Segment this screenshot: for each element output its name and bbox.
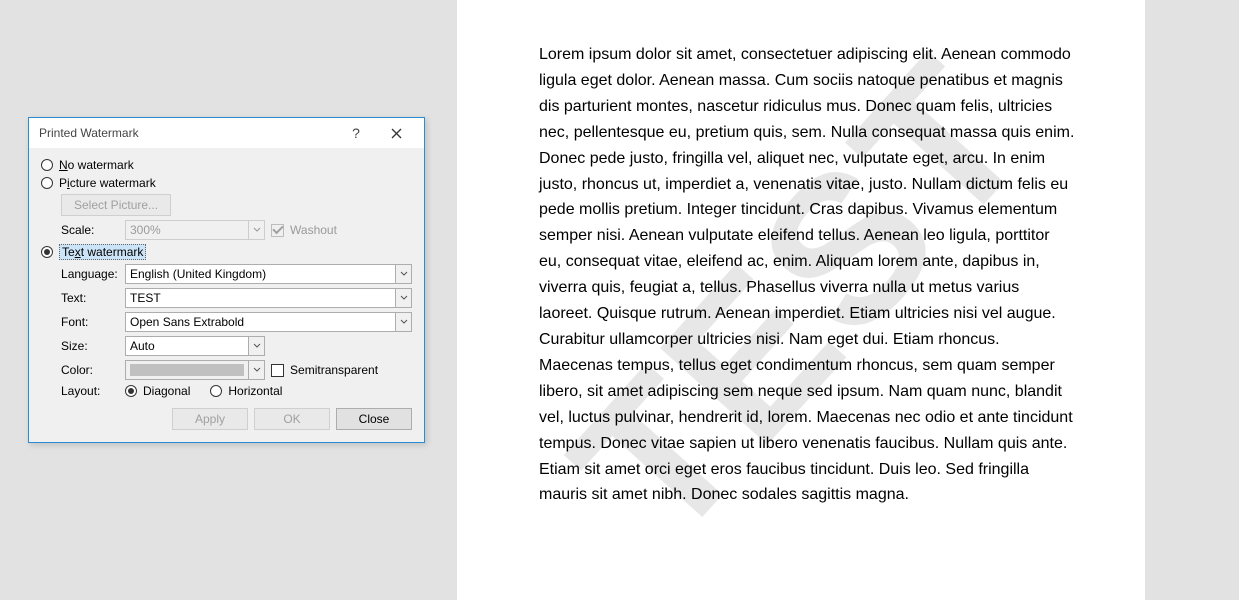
size-label: Size: — [61, 339, 119, 353]
layout-horizontal-radio[interactable] — [210, 385, 222, 397]
radio-text-watermark[interactable]: Text watermark — [41, 242, 412, 262]
layout-horizontal-label: Horizontal — [228, 384, 282, 398]
semitransparent-label: Semitransparent — [290, 363, 378, 377]
document-body-text: Lorem ipsum dolor sit amet, consectetuer… — [539, 42, 1075, 508]
select-picture-button: Select Picture... — [61, 194, 171, 216]
radio-icon — [41, 246, 53, 258]
scale-label: Scale: — [61, 223, 119, 237]
washout-checkbox — [271, 224, 284, 237]
dialog-titlebar: Printed Watermark ? — [29, 118, 424, 148]
ok-button: OK — [254, 408, 330, 430]
washout-label: Washout — [290, 223, 337, 237]
font-label: Font: — [61, 315, 119, 329]
layout-diagonal-radio[interactable] — [125, 385, 137, 397]
dialog-footer: Apply OK Close — [41, 400, 412, 432]
printed-watermark-dialog: Printed Watermark ? No watermark Picture… — [28, 117, 425, 443]
picture-watermark-section: Select Picture... Scale: 300% Washout — [41, 192, 412, 242]
document-page: TEST Lorem ipsum dolor sit amet, consect… — [457, 0, 1145, 600]
layout-label: Layout: — [61, 384, 119, 398]
text-watermark-section: Language: English (United Kingdom) Text:… — [41, 262, 412, 400]
chevron-down-icon — [248, 221, 264, 239]
help-button[interactable]: ? — [336, 119, 376, 147]
radio-label: Text watermark — [59, 244, 146, 260]
radio-icon — [41, 177, 53, 189]
close-dialog-button[interactable]: Close — [336, 408, 412, 430]
font-combo[interactable]: Open Sans Extrabold — [125, 312, 412, 332]
radio-picture-watermark[interactable]: Picture watermark — [41, 174, 412, 192]
chevron-down-icon — [248, 337, 264, 355]
dialog-title: Printed Watermark — [39, 126, 336, 140]
dialog-body: No watermark Picture watermark Select Pi… — [29, 148, 424, 442]
close-button[interactable] — [376, 119, 416, 147]
radio-label: Picture watermark — [59, 176, 156, 190]
language-combo[interactable]: English (United Kingdom) — [125, 264, 412, 284]
radio-label: No watermark — [59, 158, 134, 172]
chevron-down-icon — [248, 361, 264, 379]
chevron-down-icon — [395, 313, 411, 331]
color-combo[interactable] — [125, 360, 265, 380]
size-combo[interactable]: Auto — [125, 336, 265, 356]
color-label: Color: — [61, 363, 119, 377]
scale-combo: 300% — [125, 220, 265, 240]
color-swatch — [130, 364, 244, 376]
text-combo[interactable]: TEST — [125, 288, 412, 308]
text-label: Text: — [61, 291, 119, 305]
language-label: Language: — [61, 267, 119, 281]
semitransparent-checkbox[interactable] — [271, 364, 284, 377]
chevron-down-icon — [395, 265, 411, 283]
layout-diagonal-label: Diagonal — [143, 384, 190, 398]
close-icon — [391, 128, 402, 139]
radio-icon — [41, 159, 53, 171]
apply-button: Apply — [172, 408, 248, 430]
chevron-down-icon — [395, 289, 411, 307]
radio-no-watermark[interactable]: No watermark — [41, 156, 412, 174]
